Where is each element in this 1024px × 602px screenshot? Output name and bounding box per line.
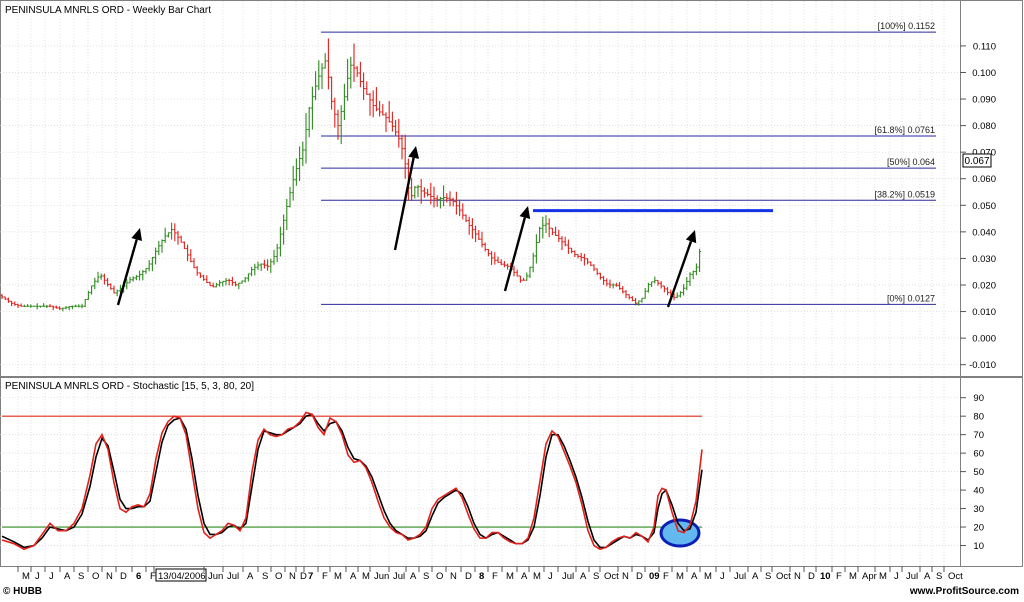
x-axis-label: M: [362, 571, 370, 582]
x-axis-label: 8: [479, 571, 484, 582]
x-axis-label: O: [436, 571, 443, 582]
price-axis-label: 0.110: [973, 41, 996, 52]
stoch-axis-label: 40: [973, 486, 984, 497]
stoch-axis-label: 70: [973, 430, 984, 441]
x-axis-label: M: [22, 571, 30, 582]
x-axis-label: F: [492, 571, 498, 582]
x-axis-label: D: [120, 571, 127, 582]
x-axis-label: S: [78, 571, 84, 582]
x-axis-label: Jul: [227, 571, 239, 582]
x-axis-label: S: [765, 571, 771, 582]
stoch-axis-label: 30: [973, 504, 984, 515]
x-axis-label: 6: [136, 571, 141, 582]
x-axis-label: Oct: [604, 571, 619, 582]
x-axis-label: A: [350, 571, 357, 582]
x-axis-label: N: [289, 571, 296, 582]
x-axis-label: A: [580, 571, 587, 582]
stoch-axis-label: 10: [973, 541, 984, 552]
x-axis-label: 7: [308, 571, 313, 582]
x-axis-label: S: [423, 571, 429, 582]
x-axis-label: A: [247, 571, 254, 582]
x-axis-label: Jul: [562, 571, 574, 582]
x-axis-label: D: [465, 571, 472, 582]
x-axis-label: Apr: [862, 571, 877, 582]
price-axis-label: 0.010: [972, 307, 996, 318]
price-axis-label: 0.040: [972, 227, 996, 238]
x-axis-label: N: [450, 571, 457, 582]
price-axis-label: 0.100: [972, 68, 996, 79]
x-axis-label: J: [894, 571, 899, 582]
x-axis-label: A: [521, 571, 528, 582]
stoch-axis-label: 50: [973, 467, 984, 478]
stoch-axis-label: 90: [973, 393, 984, 404]
x-axis-label: A: [752, 571, 759, 582]
stoch-axis-label: 80: [973, 412, 984, 423]
price-axis-label: -0.010: [969, 360, 996, 371]
x-axis-label: F: [322, 571, 328, 582]
x-axis-label: M: [704, 571, 712, 582]
x-axis-label: Jun: [374, 571, 389, 582]
stoch-axis-label: 60: [973, 449, 984, 460]
x-axis-label: O: [92, 571, 99, 582]
x-axis-label: S: [593, 571, 599, 582]
x-axis-label: A: [924, 571, 931, 582]
price-axis-label: 0.050: [972, 201, 996, 212]
x-axis-label: M: [849, 571, 857, 582]
x-axis-label: J: [35, 571, 40, 582]
x-axis-label: D: [808, 571, 815, 582]
x-axis-label: A: [410, 571, 417, 582]
x-axis-label: O: [275, 571, 282, 582]
price-axis-label: 0.090: [972, 95, 996, 106]
price-axis-label: 0.080: [972, 121, 996, 132]
fib-level-label: [100%] 0.1152: [878, 21, 935, 31]
x-axis-label: N: [106, 571, 113, 582]
x-axis-label: M: [676, 571, 684, 582]
x-axis-label: M: [506, 571, 514, 582]
x-axis-label: Jul: [906, 571, 918, 582]
x-axis-label: J: [548, 571, 553, 582]
price-axis-label: 0.000: [972, 334, 996, 345]
x-axis-label: S: [936, 571, 942, 582]
x-axis-label: M: [879, 571, 887, 582]
x-axis-label: Jun: [208, 571, 223, 582]
x-axis-label: 13/04/2006: [158, 571, 206, 582]
price-axis-label: 0.020: [972, 280, 996, 291]
footer-watermark: www.ProfitSource.com: [909, 586, 1019, 597]
x-axis-label: S: [262, 571, 268, 582]
fib-level-label: [0%] 0.0127: [887, 293, 935, 303]
x-axis-label: J: [49, 571, 54, 582]
x-axis-label: N: [622, 571, 629, 582]
x-axis-label: N: [794, 571, 801, 582]
x-axis-label: J: [720, 571, 725, 582]
x-axis-label: Oct: [948, 571, 963, 582]
price-chart-title: PENINSULA MNRLS ORD - Weekly Bar Chart: [5, 5, 211, 16]
x-axis-label: F: [663, 571, 669, 582]
x-axis-label: M: [334, 571, 342, 582]
x-axis-label: A: [691, 571, 698, 582]
x-axis-label: M: [533, 571, 541, 582]
price-bar: [32, 305, 36, 307]
x-axis-label: D: [300, 571, 307, 582]
x-axis-label: F: [836, 571, 842, 582]
stochastic-title: PENINSULA MNRLS ORD - Stochastic [15, 5,…: [5, 381, 254, 392]
fib-level-label: [50%] 0.064: [887, 157, 935, 167]
chart-canvas: [100%] 0.1152 [61.8%] 0.0761 [50%] 0.064 [3…: [0, 0, 1024, 597]
fib-level-label: [61.8%] 0.0761: [874, 125, 935, 135]
price-axis-label: 0.030: [972, 254, 996, 265]
price-axis-label: 0.060: [972, 174, 996, 185]
x-axis-label: A: [64, 571, 71, 582]
x-axis-label: 10: [820, 571, 831, 582]
x-axis-label: F: [150, 571, 156, 582]
x-axis-label: Oct: [776, 571, 791, 582]
stoch-axis-label: 20: [973, 523, 984, 534]
x-axis-label: 09: [649, 571, 660, 582]
fib-level-label: [38.2%] 0.0519: [874, 189, 935, 199]
x-axis-label: Jul: [734, 571, 746, 582]
last-price-label: 0.067: [964, 156, 989, 167]
x-axis-label: D: [636, 571, 643, 582]
x-axis-label: Jul: [393, 571, 405, 582]
footer-copyright: © HUBB: [3, 586, 42, 597]
highlight-circle: [659, 518, 701, 548]
chart-window: [100%] 0.1152 [61.8%] 0.0761 [50%] 0.064 [3…: [0, 0, 1024, 597]
